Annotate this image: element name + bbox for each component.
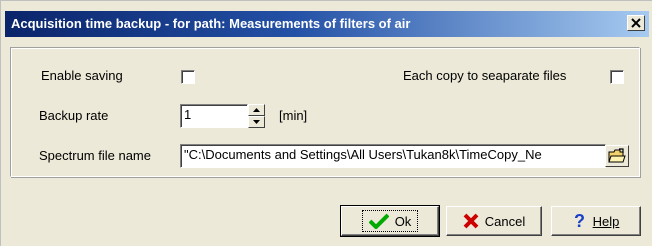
enable-saving-checkbox[interactable] (181, 70, 195, 84)
backup-rate-label: Backup rate (39, 108, 109, 123)
open-folder-icon (608, 148, 626, 163)
cancel-button[interactable]: Cancel (446, 206, 542, 236)
close-icon (631, 18, 641, 28)
ok-focus: Ok (361, 210, 419, 232)
cancel-label: Cancel (484, 213, 526, 229)
title-bar[interactable]: Acquisition time backup - for path: Meas… (5, 11, 649, 37)
help-button[interactable]: ? Help (551, 206, 641, 236)
window-title: Acquisition time backup - for path: Meas… (11, 16, 411, 31)
close-button[interactable] (627, 15, 645, 31)
backup-rate-spinner (248, 104, 265, 128)
dialog-window: Acquisition time backup - for path: Meas… (0, 0, 652, 246)
svg-text:?: ? (574, 212, 585, 230)
each-copy-label: Each copy to seaparate files (403, 68, 567, 83)
x-icon (463, 213, 479, 229)
spin-down-button[interactable] (248, 116, 265, 128)
spin-up-button[interactable] (248, 104, 265, 116)
settings-group: Enable saving Each copy to seaparate fil… (10, 47, 640, 177)
help-label: Help (592, 213, 620, 229)
chevron-down-icon (253, 120, 260, 124)
ok-button[interactable]: Ok (340, 205, 440, 237)
backup-rate-unit: [min] (279, 108, 308, 123)
ok-label: Ok (394, 213, 412, 229)
enable-saving-label: Enable saving (41, 68, 123, 83)
chevron-up-icon (253, 108, 260, 112)
each-copy-checkbox[interactable] (610, 70, 624, 84)
browse-button[interactable] (605, 145, 629, 167)
backup-rate-input[interactable]: 1 (180, 104, 248, 128)
spectrum-file-label: Spectrum file name (39, 148, 151, 163)
spectrum-file-input[interactable]: "C:\Documents and Settings\All Users\Tuk… (180, 144, 606, 168)
checkmark-icon (368, 213, 389, 229)
question-mark-icon: ? (574, 212, 585, 230)
